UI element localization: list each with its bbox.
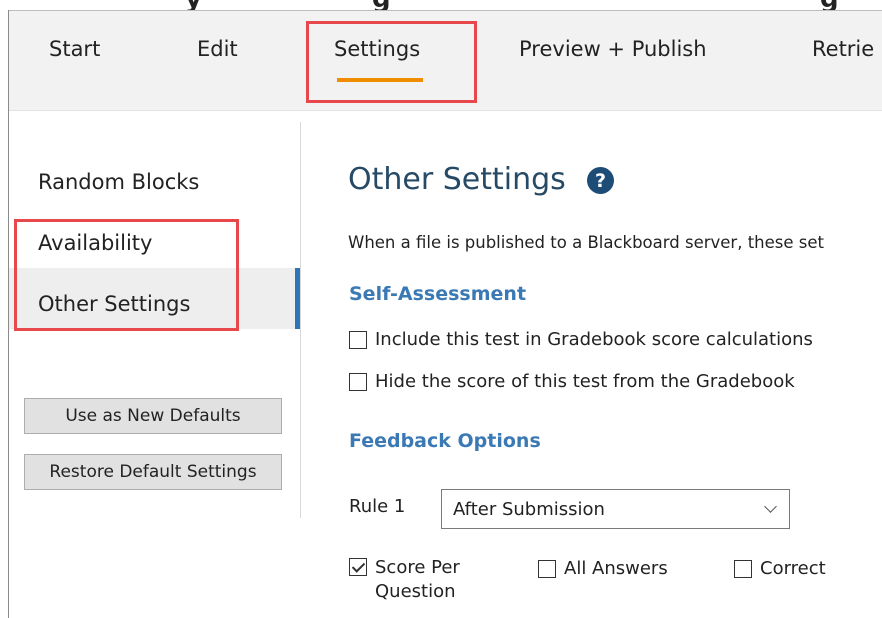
restore-default-settings-button[interactable]: Restore Default Settings — [24, 454, 282, 490]
help-icon[interactable]: ? — [587, 167, 614, 194]
all-answers-label: All Answers — [564, 558, 668, 579]
chevron-down-icon[interactable] — [764, 500, 777, 513]
hide-score-label: Hide the score of this test from the Gra… — [375, 371, 795, 392]
tab-start[interactable]: Start — [49, 37, 100, 61]
include-in-gradebook-option[interactable]: Include this test in Gradebook score cal… — [349, 329, 813, 351]
settings-tab-highlight-box — [306, 21, 477, 103]
all-answers-checkbox[interactable] — [538, 560, 556, 578]
score-per-question-option[interactable]: Score Per Question — [349, 556, 460, 604]
correct-checkbox[interactable] — [734, 560, 752, 578]
sidebar-divider — [300, 122, 301, 518]
rule-1-label: Rule 1 — [349, 496, 406, 517]
include-in-gradebook-checkbox[interactable] — [349, 331, 367, 349]
cropped-caption: ygg — [0, 0, 882, 10]
include-in-gradebook-label: Include this test in Gradebook score cal… — [375, 329, 813, 350]
score-per-question-checkbox[interactable] — [349, 558, 367, 576]
rule-1-select[interactable]: After Submission — [441, 489, 790, 529]
sidebar-highlight-box — [14, 219, 239, 331]
hide-score-option[interactable]: Hide the score of this test from the Gra… — [349, 371, 795, 393]
page-title: Other Settings — [348, 162, 566, 197]
correct-label: Correct — [760, 558, 826, 579]
sidebar-item-random-blocks[interactable]: Random Blocks — [38, 170, 199, 194]
hide-score-checkbox[interactable] — [349, 373, 367, 391]
self-assessment-heading: Self-Assessment — [349, 283, 527, 305]
feedback-options-heading: Feedback Options — [349, 430, 541, 452]
correct-option[interactable]: Correct — [734, 558, 826, 580]
all-answers-option[interactable]: All Answers — [538, 558, 668, 580]
description-text: When a file is published to a Blackboard… — [348, 233, 824, 252]
use-as-new-defaults-button[interactable]: Use as New Defaults — [24, 398, 282, 434]
score-per-question-label: Score Per Question — [375, 557, 460, 602]
tab-retrieve[interactable]: Retrie — [812, 37, 874, 61]
tab-preview-publish[interactable]: Preview + Publish — [519, 37, 707, 61]
tab-edit[interactable]: Edit — [197, 37, 238, 61]
rule-1-selected-value: After Submission — [453, 498, 605, 520]
